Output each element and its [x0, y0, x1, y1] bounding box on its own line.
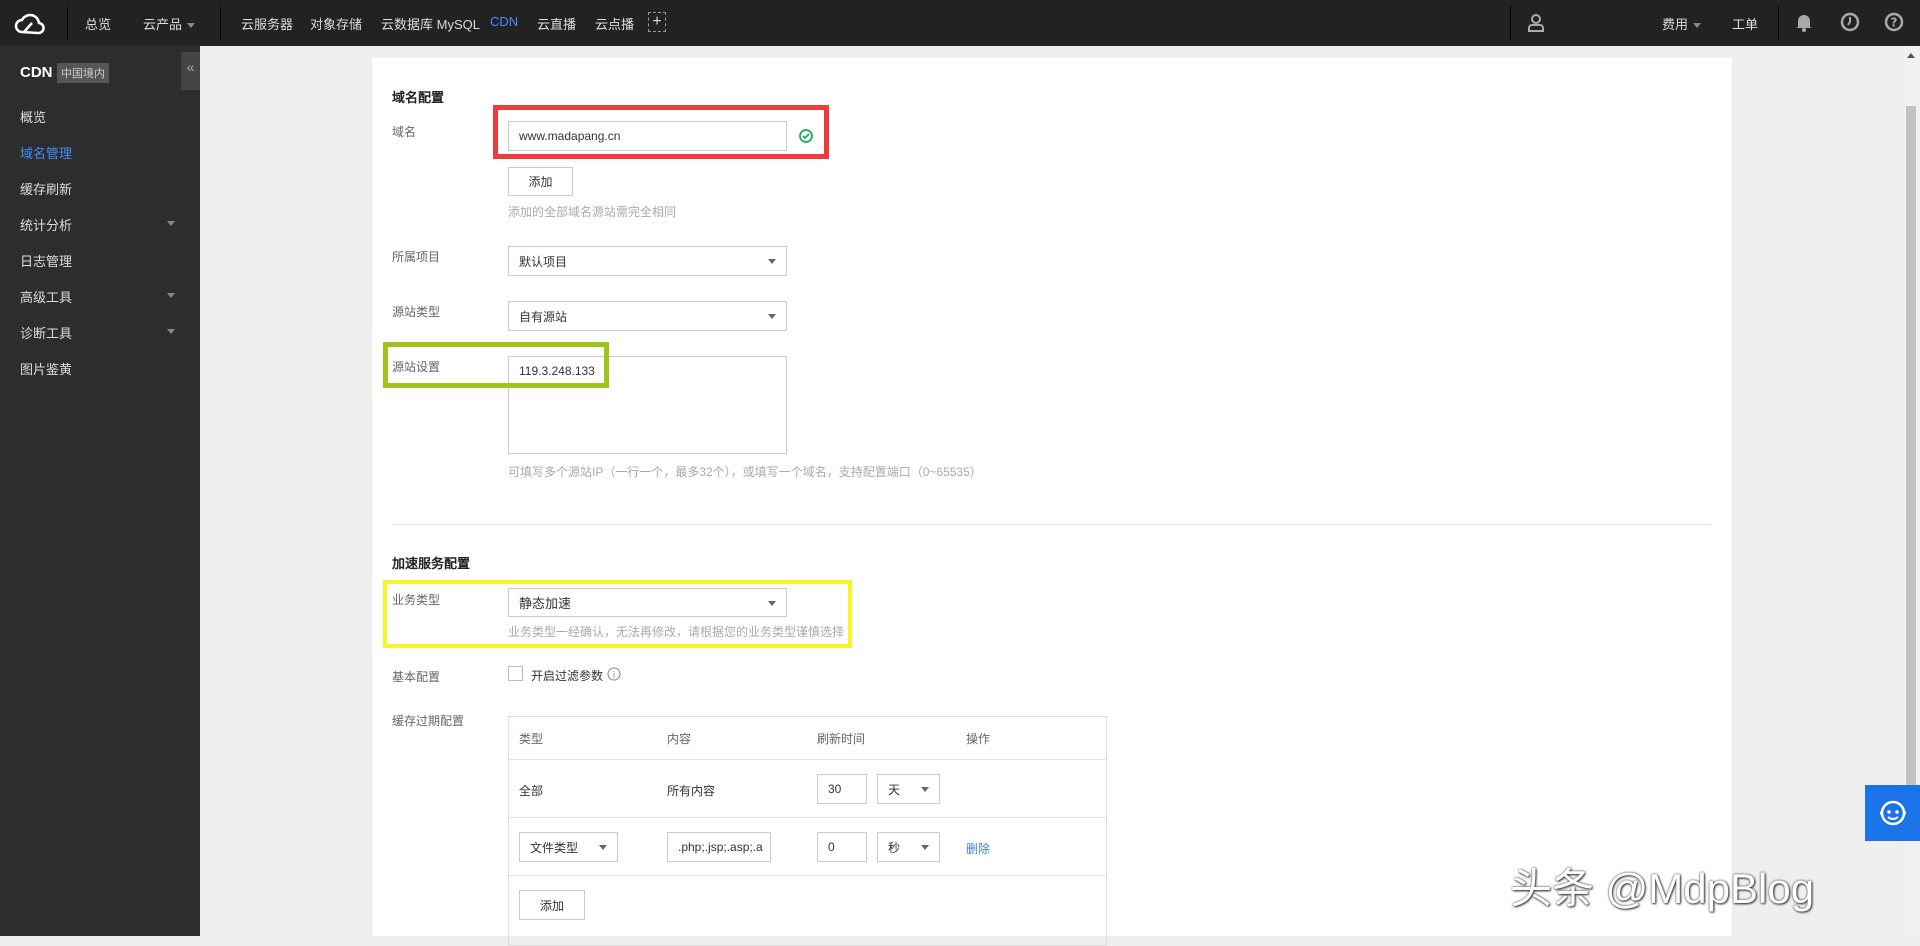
- chevron-down-icon: [167, 293, 175, 298]
- top-navbar: 总览 云产品 云服务器 对象存储 云数据库 MySQL CDN 云直播 云点播 …: [0, 0, 1920, 46]
- chevron-down-icon: [1693, 23, 1702, 29]
- sidebar-item-label: 统计分析: [20, 218, 73, 233]
- chevron-down-icon: [167, 221, 175, 226]
- chevron-down-icon: [768, 314, 776, 319]
- biz-type-hint: 业务类型一经确认，无法再修改，请根据您的业务类型谨慎选择: [508, 625, 845, 639]
- origin-type-label: 源站类型: [392, 305, 441, 319]
- row-type: 全部: [519, 784, 544, 798]
- column-header-type: 类型: [519, 732, 544, 746]
- chevron-down-icon: [921, 845, 929, 850]
- nav-fees-label: 费用: [1662, 17, 1689, 32]
- sidebar-item-logs[interactable]: 日志管理: [20, 251, 175, 270]
- sidebar-item-diagnose[interactable]: 诊断工具: [20, 323, 175, 342]
- cache-config-label: 缓存过期配置: [392, 714, 465, 728]
- help-icon[interactable]: ?: [1884, 12, 1904, 32]
- clock-icon[interactable]: [1840, 12, 1860, 32]
- svg-text:?: ?: [1891, 16, 1898, 30]
- collapse-sidebar-button[interactable]: «: [181, 52, 200, 90]
- chevron-down-icon: [599, 845, 607, 850]
- row-divider: [509, 759, 1106, 760]
- sidebar-item-image-review[interactable]: 图片鉴黄: [20, 359, 175, 378]
- add-domain-hint: 添加的全部域名源站需完全相同: [508, 205, 677, 219]
- bell-icon[interactable]: [1795, 12, 1813, 32]
- add-domain-button[interactable]: 添加: [508, 167, 573, 196]
- add-shortcut-button[interactable]: +: [648, 12, 666, 32]
- nav-ticket[interactable]: 工单: [1732, 14, 1758, 33]
- time-unit-select[interactable]: 秒: [877, 832, 940, 862]
- sidebar-item-label: 高级工具: [20, 290, 73, 305]
- project-select-value: 默认项目: [519, 254, 568, 269]
- column-header-refresh-time: 刷新时间: [817, 732, 866, 746]
- domain-form-card: 域名配置 域名 www.madapang.cn 添加 添加的全部域名源站需完全相…: [372, 58, 1732, 946]
- chevron-down-icon: [768, 600, 776, 606]
- origin-type-select-value: 自有源站: [519, 309, 568, 324]
- origin-label: 源站设置: [392, 360, 441, 374]
- nav-fees[interactable]: 费用: [1662, 14, 1702, 33]
- customer-support-button[interactable]: [1865, 785, 1920, 841]
- chevron-down-icon: [921, 787, 929, 792]
- sidebar-item-domains[interactable]: 域名管理: [20, 143, 175, 162]
- biz-type-label: 业务类型: [392, 593, 441, 607]
- file-type-value: 文件类型: [530, 840, 579, 855]
- nav-vod[interactable]: 云点播: [595, 14, 634, 33]
- refresh-time-input[interactable]: 30: [817, 774, 867, 804]
- nav-overview[interactable]: 总览: [85, 14, 111, 33]
- chevron-down-icon: [768, 259, 776, 264]
- biz-type-select-value: 静态加速: [519, 596, 572, 611]
- support-agent-icon: [1879, 800, 1906, 826]
- nav-cdn[interactable]: CDN: [490, 14, 518, 29]
- scroll-up-arrow-icon[interactable]: [1907, 53, 1915, 58]
- svg-text:i: i: [613, 671, 616, 681]
- service-config-heading: 加速服务配置: [392, 556, 471, 571]
- file-type-select[interactable]: 文件类型: [519, 832, 618, 862]
- column-header-action: 操作: [966, 732, 991, 746]
- time-unit-select[interactable]: 天: [877, 774, 940, 804]
- row-divider: [509, 817, 1106, 818]
- user-icon[interactable]: [1527, 13, 1545, 33]
- sidebar-item-label: 诊断工具: [20, 326, 73, 341]
- nav-mysql[interactable]: 云数据库 MySQL: [381, 14, 480, 33]
- origin-hint: 可填写多个源站IP（一行一个，最多32个），或填写一个域名，支持配置端口（0~6…: [508, 465, 982, 479]
- project-select[interactable]: 默认项目: [508, 246, 787, 276]
- nav-live[interactable]: 云直播: [537, 14, 576, 33]
- sidebar-title: CDN: [20, 64, 53, 81]
- row-content: 所有内容: [667, 784, 716, 798]
- time-unit-value: 秒: [888, 840, 901, 855]
- time-unit-value: 天: [888, 782, 901, 797]
- domain-config-heading: 域名配置: [392, 90, 445, 105]
- info-icon[interactable]: i: [607, 667, 621, 681]
- delete-rule-link[interactable]: 删除: [966, 840, 990, 857]
- file-extensions-input[interactable]: .php;.jsp;.asp;.a: [667, 832, 771, 862]
- nav-products-label: 云产品: [143, 17, 183, 32]
- filter-params-label[interactable]: 开启过滤参数: [531, 667, 603, 684]
- row-divider: [509, 875, 1106, 876]
- basic-config-label: 基本配置: [392, 670, 441, 684]
- refresh-time-input[interactable]: 0: [817, 832, 867, 862]
- check-circle-icon: [799, 129, 813, 143]
- sidebar-item-advanced[interactable]: 高级工具: [20, 287, 175, 306]
- nav-cos[interactable]: 对象存储: [310, 14, 362, 33]
- chevron-down-icon: [167, 329, 175, 334]
- origin-type-select[interactable]: 自有源站: [508, 301, 787, 331]
- filter-params-checkbox[interactable]: [508, 666, 523, 681]
- add-cache-rule-button[interactable]: 添加: [519, 890, 585, 920]
- scrollbar-thumb[interactable]: [1906, 106, 1916, 826]
- watermark: 头条 @MdpBlog: [1510, 865, 1815, 912]
- section-divider: [392, 524, 1711, 525]
- biz-type-select[interactable]: 静态加速: [508, 588, 787, 617]
- sidebar-item-purge[interactable]: 缓存刷新: [20, 179, 175, 198]
- domain-input[interactable]: www.madapang.cn: [508, 121, 787, 151]
- column-header-content: 内容: [667, 732, 692, 746]
- cache-rules-table: 类型 内容 刷新时间 操作 全部 所有内容 30 天 文件类型 .php;.js…: [508, 716, 1107, 946]
- domain-label: 域名: [392, 125, 417, 139]
- sidebar-item-overview[interactable]: 概览: [20, 107, 175, 126]
- nav-products[interactable]: 云产品: [143, 14, 196, 33]
- chevron-down-icon: [187, 23, 196, 29]
- sidebar-item-stats[interactable]: 统计分析: [20, 215, 175, 234]
- sidebar: CDN 中国境内 « 概览 域名管理 缓存刷新 统计分析 日志管理 高级工具 诊…: [0, 46, 200, 936]
- cloud-logo-icon[interactable]: [14, 10, 46, 36]
- nav-cvm[interactable]: 云服务器: [241, 14, 293, 33]
- project-label: 所属项目: [392, 250, 441, 264]
- region-badge[interactable]: 中国境内: [57, 63, 109, 83]
